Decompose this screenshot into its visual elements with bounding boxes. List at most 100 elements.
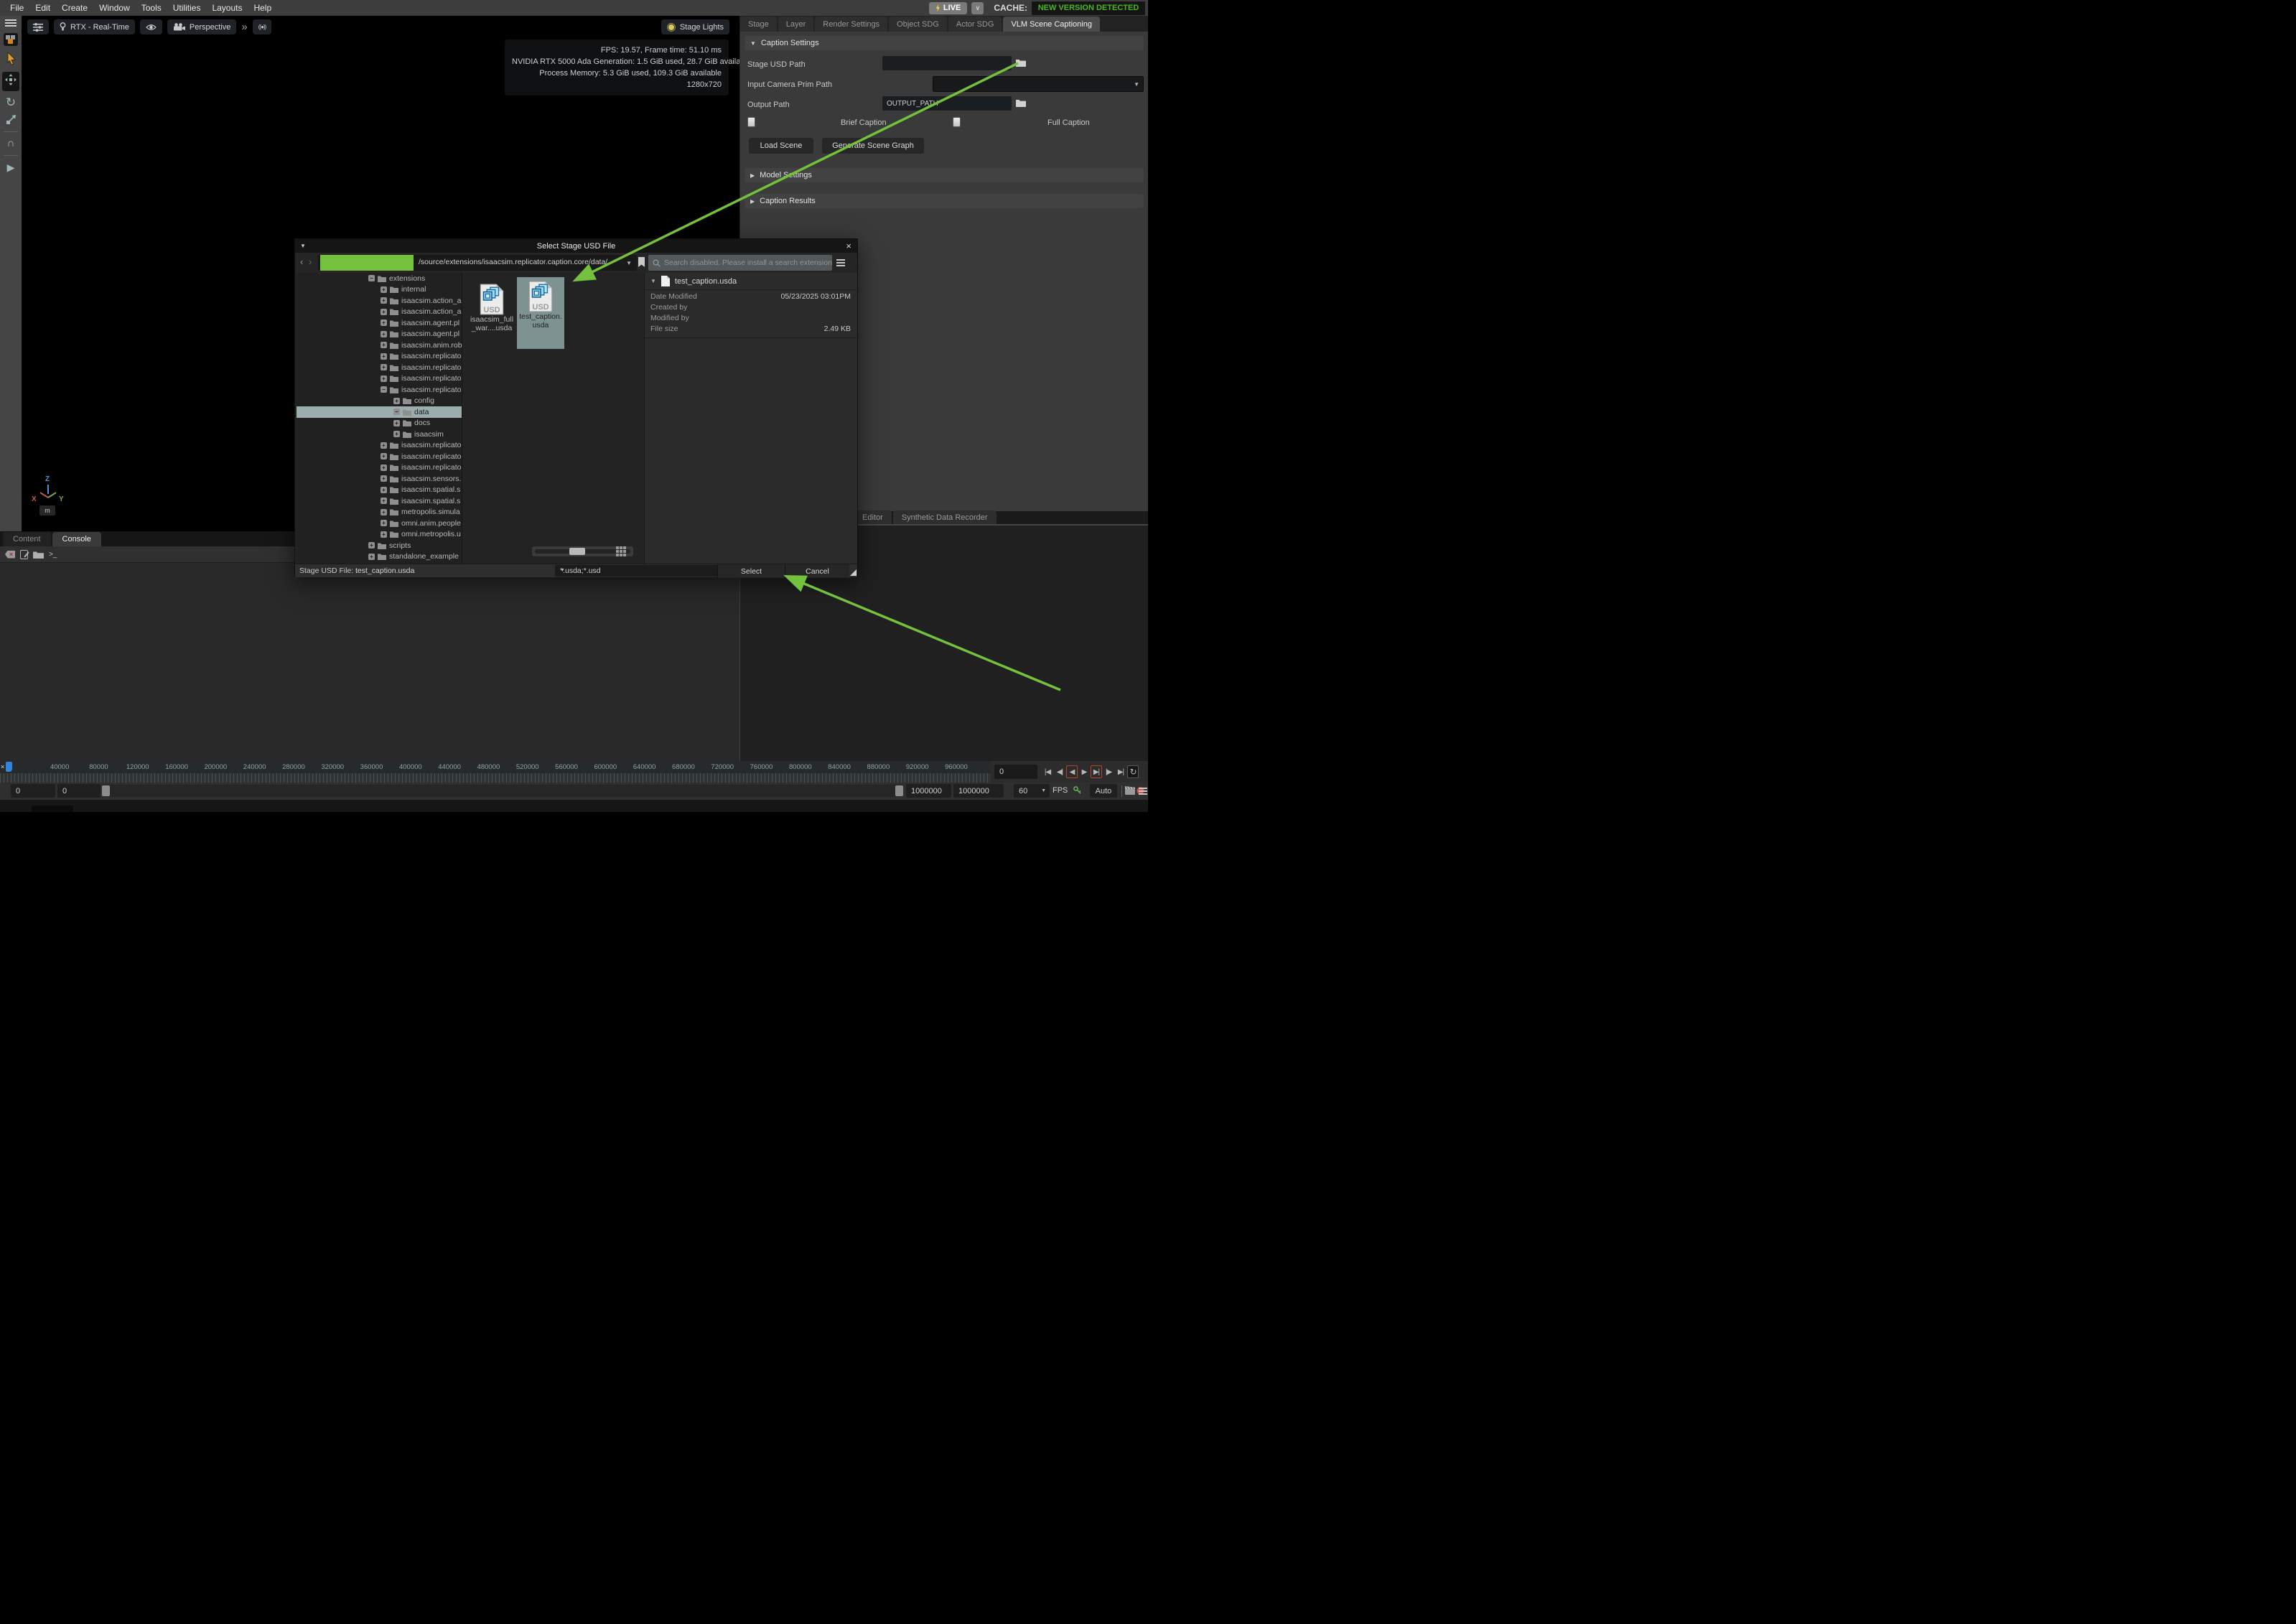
tree-item[interactable]: + isaacsim.action_a bbox=[297, 295, 462, 307]
renderer-button[interactable]: RTX - Real-Time bbox=[54, 19, 135, 34]
panel-tab[interactable]: Content bbox=[3, 532, 51, 546]
tree-expander[interactable]: + bbox=[368, 554, 375, 560]
snap-tool-icon[interactable]: ∩ bbox=[7, 139, 15, 149]
chevrons-icon[interactable]: » bbox=[241, 21, 247, 33]
details-header[interactable]: ▼ test_caption.usda bbox=[645, 273, 857, 290]
viewport-settings-button[interactable] bbox=[27, 19, 49, 34]
edit-log-icon[interactable] bbox=[20, 550, 28, 559]
tree-expander[interactable]: + bbox=[381, 520, 387, 526]
tree-expander[interactable]: + bbox=[381, 309, 387, 315]
tree-expander[interactable]: + bbox=[393, 398, 400, 404]
audio-button[interactable]: ((●)) bbox=[253, 19, 272, 34]
current-frame-field[interactable]: 0 bbox=[994, 765, 1037, 779]
model-settings-header[interactable]: ▶ Model Settings bbox=[745, 168, 1144, 182]
tree-item[interactable]: + internal bbox=[297, 284, 462, 296]
menu-item[interactable]: File bbox=[4, 3, 29, 13]
tree-expander[interactable]: − bbox=[368, 275, 375, 281]
total-frames-field[interactable]: 1000000 bbox=[953, 784, 1004, 798]
menu-item[interactable]: Edit bbox=[29, 3, 56, 13]
tree-item[interactable]: + config bbox=[297, 396, 462, 407]
filename-field-value[interactable]: test_caption.usda bbox=[355, 566, 414, 575]
chevron-down-icon[interactable]: ▼ bbox=[626, 260, 632, 266]
panel-tab[interactable]: Stage bbox=[740, 17, 777, 32]
panel-tab[interactable]: Actor SDG bbox=[948, 17, 1002, 32]
search-box[interactable]: Search disabled. Please install a search… bbox=[648, 255, 832, 271]
folder-tree[interactable]: − extensions + internal + bbox=[297, 273, 462, 564]
scrollbar-right-handle[interactable] bbox=[895, 785, 903, 796]
timeline-ruler[interactable]: 4000080000120000160000200000240000280000… bbox=[0, 761, 991, 773]
range-end-field[interactable]: 1000000 bbox=[906, 784, 951, 798]
panel-tab[interactable]: VLM Scene Captioning bbox=[1003, 17, 1100, 32]
output-folder-icon[interactable] bbox=[1016, 98, 1026, 107]
file-type-filter[interactable]: *.usda;*.usd ▼ bbox=[555, 565, 722, 577]
tree-expander[interactable]: + bbox=[381, 487, 387, 493]
tree-expander[interactable]: + bbox=[393, 420, 400, 426]
menu-item[interactable]: Tools bbox=[136, 3, 167, 13]
tree-expander[interactable]: + bbox=[381, 498, 387, 504]
tree-item[interactable]: + isaacsim.action_a bbox=[297, 307, 462, 318]
timeline-tick-strip[interactable] bbox=[0, 773, 991, 783]
range-current-field[interactable]: 0 bbox=[57, 784, 101, 798]
tree-expander[interactable]: + bbox=[381, 509, 387, 515]
file-item[interactable]: USD isaacsim_full _war....usda bbox=[468, 280, 515, 332]
stage-usd-folder-icon[interactable] bbox=[1016, 58, 1026, 67]
hamburger-icon[interactable] bbox=[1139, 788, 1147, 795]
tree-item[interactable]: + isaacsim.sensors. bbox=[297, 473, 462, 485]
grid-view-icon[interactable] bbox=[616, 546, 626, 556]
toolbar-menu-icon[interactable] bbox=[5, 19, 17, 27]
tree-item[interactable]: + omni.anim.people bbox=[297, 518, 462, 529]
close-icon[interactable]: × bbox=[1, 763, 4, 770]
tree-expander[interactable]: + bbox=[381, 353, 387, 360]
bookmark-icon[interactable] bbox=[638, 257, 645, 267]
rotate-tool-icon[interactable]: ↻ bbox=[6, 98, 16, 108]
tree-expander[interactable]: + bbox=[381, 331, 387, 337]
auto-key-icon[interactable] bbox=[1073, 785, 1083, 795]
close-icon[interactable]: × bbox=[846, 241, 851, 251]
tree-item[interactable]: + isaacsim.replicato bbox=[297, 440, 462, 452]
axis-unit-badge[interactable]: m bbox=[39, 505, 55, 515]
tree-expander[interactable]: + bbox=[381, 297, 387, 304]
timeline-scrollbar[interactable] bbox=[102, 785, 903, 797]
tree-item[interactable]: + scripts bbox=[297, 540, 462, 551]
panel-tab[interactable]: Render Settings bbox=[815, 17, 887, 32]
playhead[interactable] bbox=[6, 762, 12, 772]
clapperboard-icon[interactable] bbox=[1125, 786, 1135, 795]
forward-icon[interactable]: › bbox=[309, 256, 312, 267]
slider-handle[interactable] bbox=[569, 548, 585, 555]
playback-button[interactable]: ▶ bbox=[1078, 765, 1090, 778]
dialog-title-bar[interactable]: ▼ Select Stage USD File × bbox=[295, 239, 857, 253]
menu-item[interactable]: Create bbox=[56, 3, 93, 13]
playback-button[interactable]: ◀ bbox=[1066, 765, 1078, 778]
path-breadcrumb[interactable]: /source/extensions/isaacsim.replicator.c… bbox=[318, 255, 637, 271]
tree-expander[interactable]: + bbox=[381, 342, 387, 348]
caption-results-header[interactable]: ▶ Caption Results bbox=[745, 194, 1144, 208]
menu-item[interactable]: Window bbox=[93, 3, 136, 13]
menu-item[interactable]: Utilities bbox=[167, 3, 207, 13]
generate-scene-graph-button[interactable]: Generate Scene Graph bbox=[822, 138, 924, 154]
tree-expander[interactable]: + bbox=[368, 542, 375, 549]
stage-lights-button[interactable]: Stage Lights bbox=[661, 19, 729, 34]
console-log-area[interactable] bbox=[0, 562, 739, 761]
tree-expander[interactable]: + bbox=[381, 442, 387, 449]
cancel-button[interactable]: Cancel bbox=[785, 564, 849, 578]
playback-button[interactable]: ◀| bbox=[1054, 765, 1065, 778]
tree-item[interactable]: + isaacsim.replicato bbox=[297, 451, 462, 462]
tree-item[interactable]: + isaacsim.replicato bbox=[297, 362, 462, 373]
auto-key-button[interactable]: Auto bbox=[1090, 784, 1117, 798]
scale-tool-icon[interactable] bbox=[6, 114, 17, 125]
move-tool-icon[interactable] bbox=[2, 72, 19, 91]
live-button[interactable]: LIVE bbox=[929, 2, 967, 14]
panel-tab[interactable]: Console bbox=[52, 532, 101, 546]
output-path-input[interactable]: OUTPUT_PATH bbox=[882, 96, 1012, 111]
file-item[interactable]: USD test_caption. usda bbox=[517, 277, 564, 349]
play-tool-icon[interactable]: ▶ bbox=[7, 162, 15, 172]
tree-item[interactable]: + standalone_example bbox=[297, 551, 462, 563]
camera-button[interactable]: Perspective bbox=[167, 19, 236, 34]
menu-item[interactable]: Help bbox=[248, 3, 277, 13]
tree-expander[interactable]: + bbox=[381, 475, 387, 482]
brief-caption-checkbox[interactable] bbox=[747, 117, 755, 127]
tree-item[interactable]: + isaacsim.agent.pl bbox=[297, 317, 462, 329]
tree-expander[interactable]: + bbox=[381, 453, 387, 459]
tree-item[interactable]: + isaacsim bbox=[297, 429, 462, 440]
tree-expander[interactable]: + bbox=[393, 431, 400, 437]
